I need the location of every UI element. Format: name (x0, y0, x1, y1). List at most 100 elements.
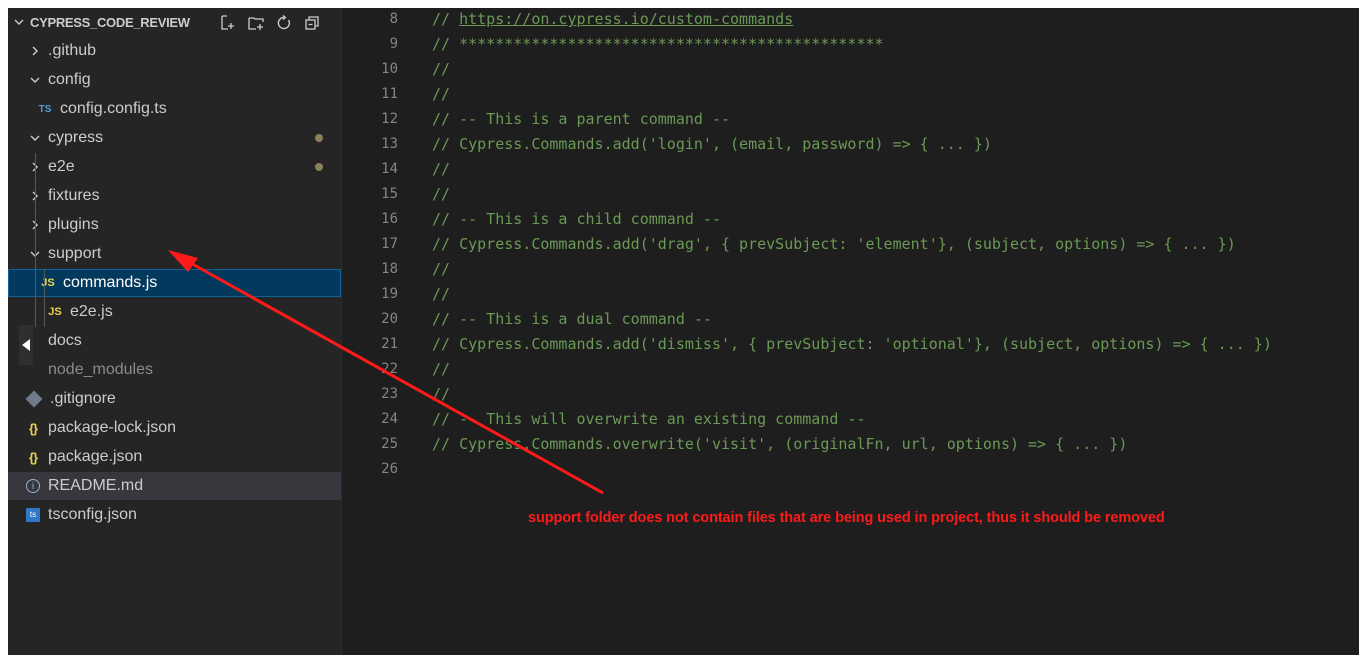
indent-guide (35, 153, 36, 327)
code-line[interactable]: 21 // Cypress.Commands.add('dismiss', { p… (342, 333, 1359, 358)
line-number: 24 (381, 411, 398, 427)
code-line[interactable]: 13 // Cypress.Commands.add('login', (emai… (342, 133, 1359, 158)
code-line[interactable]: 22 // (342, 358, 1359, 383)
code-line[interactable]: 20 // -- This is a dual command -- (342, 308, 1359, 333)
tree-item-label: config.config.ts (60, 100, 167, 117)
tree-item-label: node_modules (48, 361, 153, 378)
code-text: // Cypress.Commands.add('drag', { prevSu… (432, 235, 1236, 253)
tree-folder-node-modules[interactable]: node_modules (8, 356, 341, 384)
code-line[interactable]: 12 // -- This is a parent command -- (342, 108, 1359, 133)
code-text: // -- This is a child command -- (432, 210, 721, 228)
tree-item-label: docs (48, 332, 82, 349)
new-folder-icon[interactable] (246, 13, 266, 33)
tree-folder-e2e[interactable]: e2e (8, 153, 341, 181)
code-line[interactable]: 19 // (342, 283, 1359, 308)
code-line[interactable]: 17 // Cypress.Commands.add('drag', { prev… (342, 233, 1359, 258)
chevron-down-icon[interactable] (12, 15, 26, 29)
triangle-left-icon (22, 339, 30, 351)
tree-file-commands-js[interactable]: JS commands.js (8, 269, 341, 297)
code-line[interactable]: 24 // -- This will overwrite an existing … (342, 408, 1359, 433)
annotation-text: support folder does not contain files th… (528, 510, 1165, 526)
comment-text: // (432, 10, 460, 28)
comment-text: // Cypress.Commands.add('login', (email,… (432, 135, 992, 153)
code-text: // (432, 160, 450, 178)
code-line[interactable]: 25 // Cypress.Commands.overwrite('visit',… (342, 433, 1359, 458)
code-line[interactable]: 14 // (342, 158, 1359, 183)
code-text: // -- This is a dual command -- (432, 310, 712, 328)
code-line[interactable]: 16 // -- This is a child command -- (342, 208, 1359, 233)
tree-item-label: package-lock.json (48, 419, 177, 436)
tree-file-e2e-js[interactable]: JS e2e.js (8, 298, 341, 326)
tree-item-label: tsconfig.json (48, 506, 137, 523)
comment-text: // Cypress.Commands.overwrite('visit', (… (432, 435, 1128, 453)
tree-item-label: e2e (48, 158, 75, 175)
tree-folder-cypress[interactable]: cypress (8, 124, 341, 152)
code-line[interactable]: 11 // (342, 83, 1359, 108)
collapse-panel-button[interactable] (19, 325, 33, 365)
refresh-icon[interactable] (274, 13, 294, 33)
workspace-title: CYPRESS_CODE_REVIEW (30, 15, 190, 30)
comment-text: // (432, 260, 451, 278)
tree-folder-support[interactable]: support (8, 240, 341, 268)
tree-folder-docs[interactable]: docs (8, 327, 341, 355)
code-text: // Cypress.Commands.add('dismiss', { pre… (432, 335, 1272, 353)
explorer-header[interactable]: CYPRESS_CODE_REVIEW (8, 8, 341, 37)
comment-text: // (432, 385, 451, 403)
tree-file-tsconfig[interactable]: ts tsconfig.json (8, 501, 341, 529)
code-line[interactable]: 10 // (342, 58, 1359, 83)
line-number: 18 (381, 261, 398, 277)
code-text: // Cypress.Commands.add('login', (email,… (432, 135, 992, 153)
modified-dot-icon (315, 163, 323, 171)
code-line[interactable]: 18 // (342, 258, 1359, 283)
comment-text: // -- This will overwrite an existing co… (432, 410, 866, 428)
tree-item-label: config (48, 71, 91, 88)
code-line[interactable]: 9 // ************************************… (342, 33, 1359, 58)
line-number: 12 (381, 111, 398, 127)
tree-file-package-json[interactable]: {} package.json (8, 443, 341, 471)
line-number: 16 (381, 211, 398, 227)
explorer-sidebar: CYPRESS_CODE_REVIEW .github config TS co… (8, 8, 342, 655)
comment-text: // -- This is a child command -- (432, 210, 721, 228)
tree-folder-fixtures[interactable]: fixtures (8, 182, 341, 210)
comment-text: // -- This is a dual command -- (432, 310, 712, 328)
code-text: // (432, 60, 450, 78)
new-file-icon[interactable] (218, 13, 238, 33)
tree-item-label: .gitignore (50, 390, 116, 407)
vscode-window: CYPRESS_CODE_REVIEW .github config TS co… (8, 8, 1359, 655)
tree-item-label: package.json (48, 448, 143, 465)
line-number: 26 (381, 461, 398, 477)
code-line[interactable]: 8 // https://on.cypress.io/custom-command… (342, 8, 1359, 33)
line-number: 23 (381, 386, 398, 402)
tree-file-package-lock[interactable]: {} package-lock.json (8, 414, 341, 442)
line-number: 14 (381, 161, 398, 177)
line-number: 25 (381, 436, 398, 452)
json-file-icon: {} (28, 420, 38, 436)
collapse-all-icon[interactable] (302, 13, 322, 33)
info-icon: i (26, 479, 40, 493)
code-text: // (432, 360, 450, 378)
line-number: 20 (381, 311, 398, 327)
json-file-icon: {} (28, 449, 38, 465)
tree-file-readme[interactable]: i README.md (8, 472, 341, 500)
comment-text: // Cypress.Commands.add('dismiss', { pre… (432, 335, 1272, 353)
tree-file-gitignore[interactable]: .gitignore (8, 385, 341, 413)
git-file-icon (25, 390, 43, 408)
comment-text: // (432, 60, 451, 78)
code-editor[interactable]: 8 // https://on.cypress.io/custom-command… (342, 8, 1359, 655)
line-number: 9 (389, 36, 398, 52)
line-number: 21 (381, 336, 398, 352)
line-number: 22 (381, 361, 398, 377)
chevron-down-icon (28, 131, 42, 145)
doc-link[interactable]: https://on.cypress.io/custom-commands (459, 10, 793, 28)
tree-folder-config[interactable]: config (8, 66, 341, 94)
tree-item-label: commands.js (63, 274, 158, 291)
tree-file-config-ts[interactable]: TS config.config.ts (8, 95, 341, 123)
javascript-file-icon: JS (41, 277, 55, 289)
code-line[interactable]: 23 // (342, 383, 1359, 408)
comment-text: // Cypress.Commands.add('drag', { prevSu… (432, 235, 1236, 253)
tree-folder-github[interactable]: .github (8, 37, 341, 65)
line-number: 15 (381, 186, 398, 202)
code-line[interactable]: 15 // (342, 183, 1359, 208)
code-line[interactable]: 26 (342, 458, 1359, 483)
tree-folder-plugins[interactable]: plugins (8, 211, 341, 239)
